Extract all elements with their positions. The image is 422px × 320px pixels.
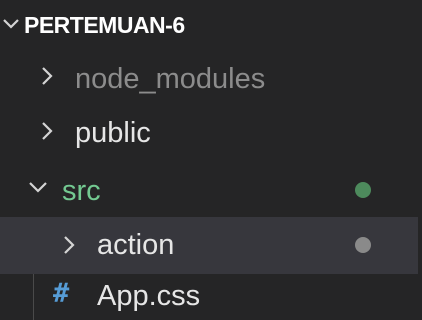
tree-item-action[interactable]: action bbox=[0, 217, 418, 274]
tree-item-label: App.css bbox=[97, 280, 201, 312]
tree-item-src[interactable]: src bbox=[0, 162, 422, 219]
git-status-dot bbox=[355, 237, 371, 253]
tree-item-label: public bbox=[75, 117, 151, 149]
chevron-right-icon bbox=[64, 236, 75, 254]
git-modified-dot bbox=[355, 182, 371, 198]
tree-item-label: node_modules bbox=[75, 63, 266, 95]
tree-item-app-css[interactable]: # App.css bbox=[0, 274, 422, 320]
tree-item-public[interactable]: public bbox=[0, 105, 422, 162]
chevron-down-icon bbox=[29, 182, 47, 193]
tree-item-label: src bbox=[62, 175, 101, 207]
explorer-section-header[interactable]: PERTEMUAN-6 bbox=[0, 0, 422, 50]
workspace-title: PERTEMUAN-6 bbox=[24, 12, 185, 38]
chevron-right-icon bbox=[42, 67, 53, 85]
hash-icon: # bbox=[53, 278, 70, 309]
file-explorer: PERTEMUAN-6 node_modules public src acti… bbox=[0, 0, 422, 320]
tree-item-node-modules[interactable]: node_modules bbox=[0, 50, 422, 107]
chevron-down-icon bbox=[3, 19, 19, 29]
tree-item-label: action bbox=[97, 229, 175, 261]
chevron-right-icon bbox=[42, 122, 53, 140]
